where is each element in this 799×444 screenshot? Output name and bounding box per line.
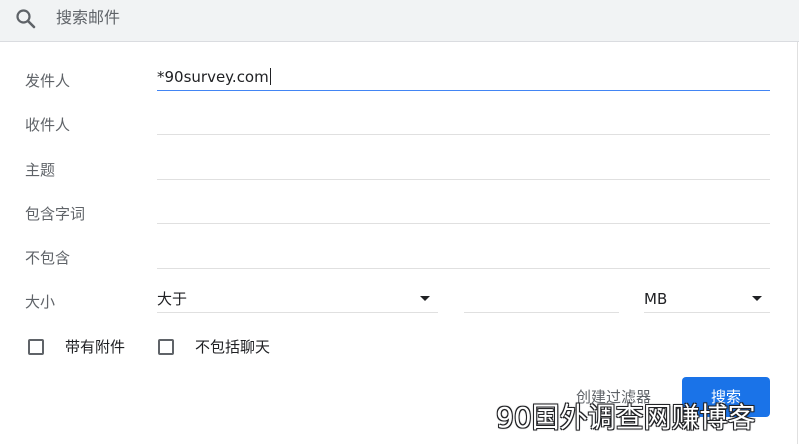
size-amount-field[interactable] xyxy=(464,289,619,313)
doesnt-have-field[interactable] xyxy=(157,245,770,269)
caret-down-icon xyxy=(752,296,762,301)
size-comparator-select[interactable]: 大于 xyxy=(157,289,438,313)
size-label: 大小 xyxy=(25,293,56,311)
to-field[interactable] xyxy=(157,111,770,135)
subject-label: 主题 xyxy=(25,161,56,179)
advanced-search-panel: 发件人 *90survey.com 收件人 主题 包含字词 不包含 大小 大于 … xyxy=(0,42,798,444)
size-unit-value: MB xyxy=(644,290,668,308)
exclude-chats-checkbox[interactable] xyxy=(158,339,174,355)
doesnt-have-label: 不包含 xyxy=(25,249,71,267)
search-bar[interactable]: 搜索邮件 xyxy=(0,0,799,42)
search-input[interactable]: 搜索邮件 xyxy=(56,8,120,28)
to-label: 收件人 xyxy=(25,116,71,134)
text-cursor xyxy=(269,68,271,85)
caret-down-icon xyxy=(420,296,430,301)
has-attachment-label[interactable]: 带有附件 xyxy=(65,337,125,357)
from-field-value: *90survey.com xyxy=(157,68,269,86)
has-words-label: 包含字词 xyxy=(25,205,86,223)
watermark: 90国外调查网赚博客 xyxy=(496,401,756,434)
has-attachment-checkbox[interactable] xyxy=(28,339,44,355)
subject-field[interactable] xyxy=(157,156,770,180)
exclude-chats-label[interactable]: 不包括聊天 xyxy=(195,337,270,357)
from-label: 发件人 xyxy=(25,72,71,90)
size-unit-select[interactable]: MB xyxy=(644,289,770,313)
has-words-field[interactable] xyxy=(157,200,770,224)
from-field[interactable]: *90survey.com xyxy=(157,67,770,91)
size-comparator-value: 大于 xyxy=(157,290,188,308)
search-icon[interactable] xyxy=(14,7,38,31)
